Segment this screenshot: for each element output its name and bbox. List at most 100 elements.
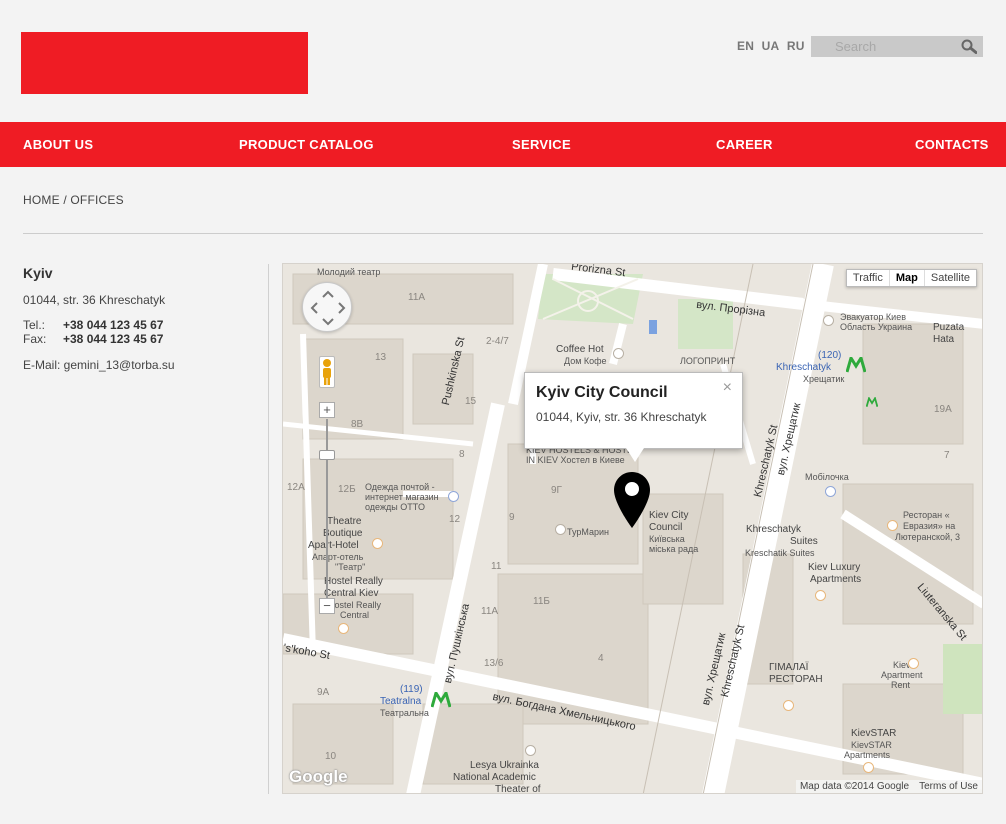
map-label: National Academic bbox=[453, 772, 536, 783]
building-number: 2-4/7 bbox=[486, 336, 509, 347]
map-label: KievSTAR bbox=[851, 728, 897, 739]
email-link[interactable]: E-Mail: gemini_13@torba.su bbox=[23, 358, 175, 372]
building-number: 7 bbox=[944, 450, 950, 461]
map-label: "Театр" bbox=[335, 562, 366, 572]
language-switcher: EN UA RU bbox=[737, 39, 809, 53]
map-info-window: Kyiv City Council 01044, Kyiv, str. 36 K… bbox=[524, 372, 743, 449]
map-label: ГІМАЛАЇ bbox=[769, 662, 809, 673]
poi-marker[interactable] bbox=[825, 486, 836, 497]
poi-marker[interactable] bbox=[372, 538, 383, 549]
map-label: Khreschatyk bbox=[776, 362, 832, 373]
building-number: 11A bbox=[481, 606, 499, 617]
map-label: Boutique bbox=[323, 528, 363, 539]
map-label: Theater of bbox=[495, 784, 541, 794]
tel-value[interactable]: +38 044 123 45 67 bbox=[63, 318, 163, 332]
pan-control[interactable] bbox=[302, 282, 352, 332]
zoom-slider-handle[interactable] bbox=[319, 450, 335, 460]
map-label: (120) bbox=[818, 350, 842, 361]
close-icon[interactable]: × bbox=[723, 379, 732, 397]
zoom-out-button[interactable]: − bbox=[319, 598, 335, 614]
info-window-address: 01044, Kyiv, str. 36 Khreschatyk bbox=[536, 410, 707, 424]
map-label: Kreschatik Suites bbox=[745, 548, 815, 558]
divider bbox=[23, 233, 983, 234]
zoom-in-button[interactable]: + bbox=[319, 402, 335, 418]
map-label: Дом Кофе bbox=[564, 356, 607, 366]
nav-product-catalog[interactable]: PRODUCT CATALOG bbox=[239, 137, 374, 152]
location-pin-icon[interactable] bbox=[613, 471, 651, 529]
map-label: Kiev City bbox=[649, 510, 689, 521]
building-number: 12 bbox=[449, 514, 461, 525]
tel-label: Tel.: bbox=[23, 318, 46, 332]
poi-marker[interactable] bbox=[555, 524, 566, 535]
building-number: 12Б bbox=[338, 484, 356, 495]
poi-marker[interactable] bbox=[823, 315, 834, 326]
office-contact: Kyiv 01044, str. 36 Khreschatyk Tel.: +3… bbox=[23, 265, 175, 372]
street-view-pegman-icon[interactable] bbox=[319, 356, 335, 388]
building-number: 15 bbox=[465, 396, 477, 407]
google-logo[interactable]: Google bbox=[289, 767, 348, 787]
building-number: 4 bbox=[598, 653, 604, 664]
metro-icon[interactable] bbox=[846, 357, 866, 373]
map-label: Teatralna bbox=[380, 696, 422, 707]
fax-row: Fax: +38 044 123 45 67 bbox=[23, 332, 175, 346]
poi-marker[interactable] bbox=[908, 658, 919, 669]
nav-contacts[interactable]: CONTACTS bbox=[915, 137, 989, 152]
nav-about-us[interactable]: ABOUT US bbox=[23, 137, 93, 152]
metro-icon[interactable] bbox=[866, 397, 878, 408]
zoom-track[interactable] bbox=[326, 419, 328, 604]
map-label: IN KIEV Хостел в Киеве bbox=[526, 455, 625, 465]
map-label: Apart-Hotel bbox=[308, 540, 359, 551]
poi-marker[interactable] bbox=[338, 623, 349, 634]
building-number: 9A bbox=[317, 687, 330, 698]
search-input[interactable] bbox=[811, 36, 951, 57]
office-address: 01044, str. 36 Khreschatyk bbox=[23, 293, 166, 307]
map-label: одежды OTTO bbox=[365, 502, 426, 512]
info-window-title: Kyiv City Council bbox=[536, 384, 668, 401]
lang-en[interactable]: EN bbox=[737, 39, 754, 53]
map-type-control: Traffic Map Satellite bbox=[845, 269, 977, 287]
poi-marker[interactable] bbox=[525, 745, 536, 756]
google-map[interactable]: Молодий театр Prorizna St вул. Прорізна … bbox=[282, 263, 983, 794]
metro-icon[interactable] bbox=[431, 692, 451, 708]
map-label: Область Украина bbox=[840, 322, 913, 332]
building-number: 11A bbox=[408, 292, 426, 303]
lang-ru[interactable]: RU bbox=[787, 39, 805, 53]
map-label: Евразия» на bbox=[903, 521, 956, 531]
company-logo[interactable] bbox=[21, 32, 308, 94]
map-label: РЕСТОРАН bbox=[769, 674, 823, 685]
poi-marker[interactable] bbox=[863, 762, 874, 773]
map-label: Kiev Luxury bbox=[808, 562, 861, 573]
map-label: Хрещатик bbox=[803, 374, 845, 384]
lang-ua[interactable]: UA bbox=[762, 39, 780, 53]
poi-marker[interactable] bbox=[815, 590, 826, 601]
nav-service[interactable]: SERVICE bbox=[512, 137, 571, 152]
office-city: Kyiv bbox=[23, 265, 53, 281]
map-type-satellite[interactable]: Satellite bbox=[925, 270, 976, 286]
search-icon[interactable] bbox=[961, 39, 977, 54]
map-label: (119) bbox=[400, 684, 423, 695]
map-label: Council bbox=[649, 522, 683, 533]
map-label: Hostel Really bbox=[324, 576, 383, 587]
map-data-credit: Map data ©2014 Google bbox=[799, 781, 910, 792]
map-label: Apartments bbox=[810, 574, 862, 585]
poi-marker[interactable] bbox=[448, 491, 459, 502]
terms-of-use-link[interactable]: Terms of Use bbox=[919, 781, 978, 792]
map-label: Мобілочка bbox=[805, 472, 849, 482]
building-number: 19A bbox=[934, 404, 952, 415]
building-number: 9 bbox=[509, 512, 515, 523]
map-label: Hata bbox=[933, 334, 955, 345]
map-label: Central bbox=[340, 610, 370, 620]
building-number: 12A bbox=[287, 482, 305, 493]
poi-marker[interactable] bbox=[783, 700, 794, 711]
poi-marker[interactable] bbox=[887, 520, 898, 531]
map-type-map[interactable]: Map bbox=[890, 270, 925, 286]
poi-marker[interactable] bbox=[613, 348, 624, 359]
nav-career[interactable]: CAREER bbox=[716, 137, 773, 152]
map-label: Apartments bbox=[844, 750, 891, 760]
map-label: ТурМарин bbox=[567, 527, 610, 537]
breadcrumb[interactable]: HOME / OFFICES bbox=[23, 193, 124, 207]
map-type-traffic[interactable]: Traffic bbox=[847, 270, 890, 286]
map-label: Театральна bbox=[380, 708, 429, 718]
map-label: Puzata bbox=[933, 322, 965, 333]
building-number: 9Г bbox=[551, 485, 562, 496]
